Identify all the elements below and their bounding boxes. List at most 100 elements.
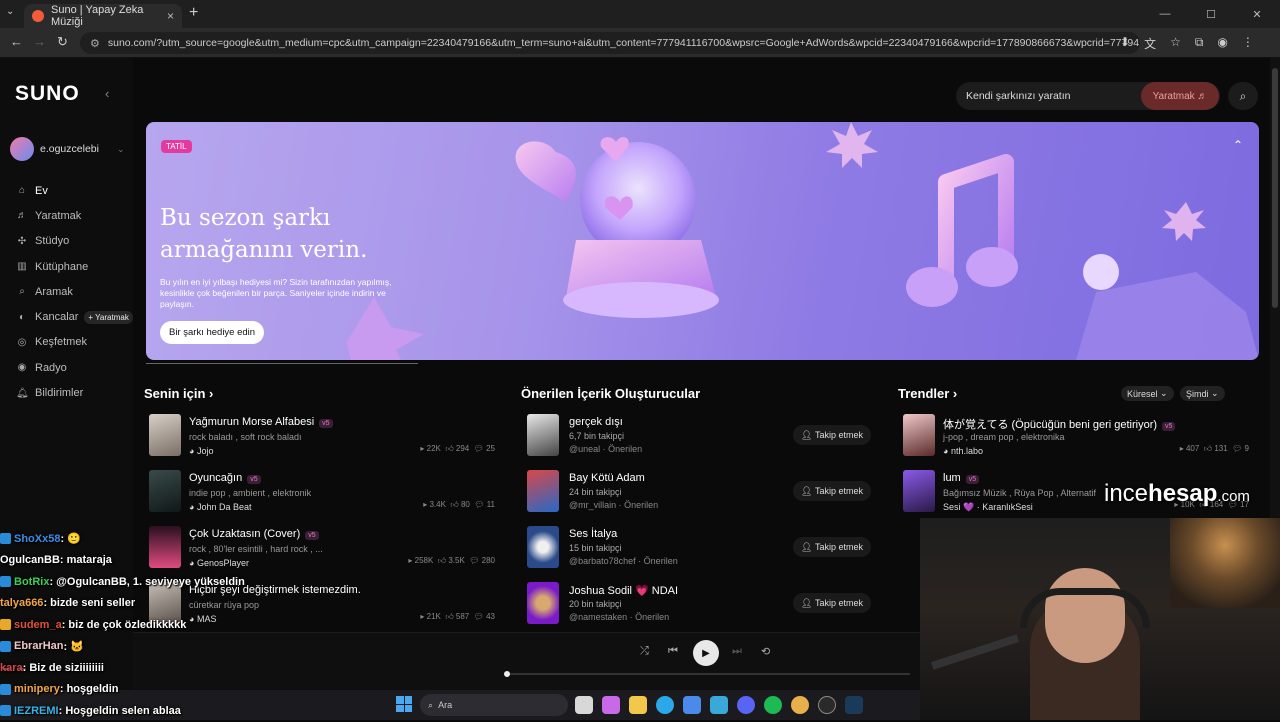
- radio-icon: ◉: [17, 362, 27, 374]
- creator-followers: 6,7 bin takipçi: [569, 431, 625, 441]
- song-title: 体が覚えてる (Öpücüğün beni geri getiriyor): [943, 419, 1158, 431]
- taskbar-search[interactable]: ⌕ Ara: [420, 694, 568, 716]
- tab-search-icon[interactable]: ⌄: [6, 6, 14, 17]
- creator-row[interactable]: Joshua Sodil 💗 NDAI 20 bin takipçi @name…: [521, 582, 877, 632]
- song-stats: ▸ 258K 👍︎ 3.5K 💬︎ 280: [408, 556, 495, 565]
- sidebar-item-home[interactable]: ⌂ Ev: [0, 178, 133, 203]
- profile-icon[interactable]: ◉: [1217, 35, 1227, 52]
- sidebar-item-library[interactable]: ▥ Kütüphane: [0, 254, 133, 279]
- suno-logo[interactable]: SUNO: [15, 82, 80, 106]
- trend-song-row[interactable]: 体が覚えてる (Öpücüğün beni geri getiriyor) v5 …: [903, 414, 1253, 464]
- bookmark-star-icon[interactable]: ☆: [1170, 35, 1181, 52]
- badge-icon: [0, 533, 11, 545]
- file-explorer-icon[interactable]: [629, 696, 647, 714]
- copilot-icon[interactable]: [602, 696, 620, 714]
- suno-favicon-icon: [32, 10, 44, 22]
- next-track-icon[interactable]: ⏭︎: [732, 645, 742, 658]
- playback-progress[interactable]: [504, 671, 910, 677]
- creator-row[interactable]: Bay Kötü Adam 24 bin takipçi @mr_villain…: [521, 470, 877, 520]
- tab-title: Suno | Yapay Zeka Müziği: [51, 4, 144, 28]
- close-tab-icon[interactable]: ×: [167, 9, 174, 23]
- time-filter-dropdown[interactable]: Şimdi ⌄: [1180, 386, 1225, 401]
- chat-message: talya666 : bizde seni seller: [0, 597, 136, 610]
- maximize-icon[interactable]: ☐: [1188, 0, 1234, 28]
- spotify-icon[interactable]: [764, 696, 782, 714]
- edge-icon[interactable]: [656, 696, 674, 714]
- extensions-icon[interactable]: ⧉: [1195, 35, 1204, 52]
- bell-icon: 🔔︎: [16, 387, 29, 399]
- region-filter-dropdown[interactable]: Küresel ⌄: [1121, 386, 1174, 401]
- home-icon: ⌂: [18, 185, 26, 197]
- song-stats: ▸ 407 👍︎ 131 💬︎ 9: [1179, 444, 1249, 453]
- store-icon[interactable]: [683, 696, 701, 714]
- obs-icon[interactable]: [818, 696, 836, 714]
- windows-start-icon[interactable]: [396, 696, 412, 712]
- repeat-icon[interactable]: ⟲: [761, 645, 770, 658]
- play-button[interactable]: ▶: [693, 640, 719, 666]
- for-you-title[interactable]: Senin için ›: [144, 386, 213, 401]
- follow-button[interactable]: 👤︎ Takip etmek: [793, 425, 871, 445]
- song-genres: Bağımsız Müzik , Rüya Pop , Alternatif: [943, 488, 1097, 498]
- badge-icon: [0, 705, 11, 717]
- window-controls: — ☐ ✕: [1142, 0, 1280, 28]
- menu-icon[interactable]: ⋮: [1242, 35, 1254, 52]
- sidebar-item-radio[interactable]: ◉ Radyo: [0, 355, 133, 380]
- music-note-icon: ♬: [1197, 90, 1208, 102]
- chat-message: sudem_a : biz de çok özledikkkkk: [0, 614, 300, 636]
- artist-avatar-icon: ◕: [189, 502, 195, 512]
- previous-track-icon[interactable]: ⏮︎: [668, 645, 678, 658]
- badge-icon: [0, 683, 11, 695]
- chevron-up-icon[interactable]: ⌃: [1233, 138, 1243, 152]
- create-hook-pill[interactable]: + Yaratmak: [84, 310, 133, 324]
- song-artist: John Da Beat: [196, 502, 252, 512]
- headphones: [1020, 588, 1150, 628]
- new-tab-icon[interactable]: +: [189, 4, 198, 22]
- sidebar-item-search[interactable]: ⌕ Aramak: [0, 279, 133, 304]
- back-icon[interactable]: ←: [10, 34, 23, 49]
- gift-song-button[interactable]: Bir şarkı hediye edin: [160, 321, 265, 344]
- song-row[interactable]: Yağmurun Morse Alfabesi v5 rock baladı , …: [149, 414, 499, 464]
- sidebar-nav: ⌂ Ev ♬ Yaratmak ✣ Stüdyo ▥ Kütüphane ⌕ Aramak…: [0, 178, 133, 406]
- discord-icon[interactable]: [737, 696, 755, 714]
- follow-button[interactable]: 👤︎ Takip etmek: [793, 593, 871, 613]
- url-text: suno.com/?utm_source=google&utm_medium=c…: [107, 37, 1140, 49]
- reload-icon[interactable]: ↻: [57, 34, 68, 50]
- search-button[interactable]: ⌕: [1228, 82, 1258, 110]
- site-info-icon[interactable]: ⚙: [90, 37, 100, 50]
- chevron-right-icon: ›: [952, 386, 958, 401]
- chrome-icon[interactable]: [791, 696, 809, 714]
- trends-title[interactable]: Trendler ›: [898, 386, 957, 401]
- collapse-sidebar-icon[interactable]: ‹: [105, 86, 109, 101]
- task-view-icon[interactable]: [575, 696, 593, 714]
- creator-row[interactable]: Ses İtalya 15 bin takipçi @barbato78chef…: [521, 526, 877, 576]
- sidebar-item-create[interactable]: ♬ Yaratmak: [0, 203, 133, 228]
- steam-icon[interactable]: [845, 696, 863, 714]
- close-window-icon[interactable]: ✕: [1234, 0, 1280, 28]
- forward-icon[interactable]: →: [33, 34, 46, 49]
- banner-carousel-progress: [146, 363, 418, 364]
- browser-tab[interactable]: Suno | Yapay Zeka Müziği ×: [24, 4, 182, 28]
- creator-handle: @namestaken · Önerilen: [569, 612, 670, 622]
- progress-knob[interactable]: [504, 671, 510, 677]
- chevron-down-icon: ⌄: [1160, 388, 1168, 398]
- minimize-icon[interactable]: —: [1142, 0, 1188, 28]
- creator-row[interactable]: gerçek dışı 6,7 bin takipçi @uneal · Öne…: [521, 414, 877, 464]
- url-field[interactable]: ⚙ suno.com/?utm_source=google&utm_medium…: [80, 32, 1140, 54]
- shuffle-icon[interactable]: ⤮: [640, 645, 649, 658]
- song-row[interactable]: Oyuncağın v5 indie pop , ambient , elektr…: [149, 470, 499, 520]
- holiday-banner[interactable]: TATİL Bu sezon şarkı armağanını verin. B…: [146, 122, 1259, 360]
- app-icon[interactable]: [710, 696, 728, 714]
- user-profile[interactable]: e.oguzcelebi ⌄: [10, 137, 125, 161]
- scrollbar-thumb[interactable]: [1272, 68, 1278, 308]
- sidebar-item-studio[interactable]: ✣ Stüdyo: [0, 229, 133, 254]
- install-icon[interactable]: ⬇: [1120, 35, 1130, 52]
- translate-icon[interactable]: 文: [1144, 35, 1156, 52]
- sidebar-item-hooks[interactable]: ◐ Kancalar + Yaratmak: [0, 304, 133, 329]
- sidebar-item-explore[interactable]: ◎ Keşfetmek: [0, 330, 133, 355]
- create-button[interactable]: Yaratmak ♬: [1141, 82, 1219, 110]
- follow-button[interactable]: 👤︎ Takip etmek: [793, 537, 871, 557]
- follow-button[interactable]: 👤︎ Takip etmek: [793, 481, 871, 501]
- creator-name: gerçek dışı: [569, 416, 623, 428]
- chat-message: k̶ara̶ : Biz de siziiiiiiii: [0, 661, 104, 674]
- sidebar-item-notifications[interactable]: 🔔︎ Bildirimler: [0, 380, 133, 405]
